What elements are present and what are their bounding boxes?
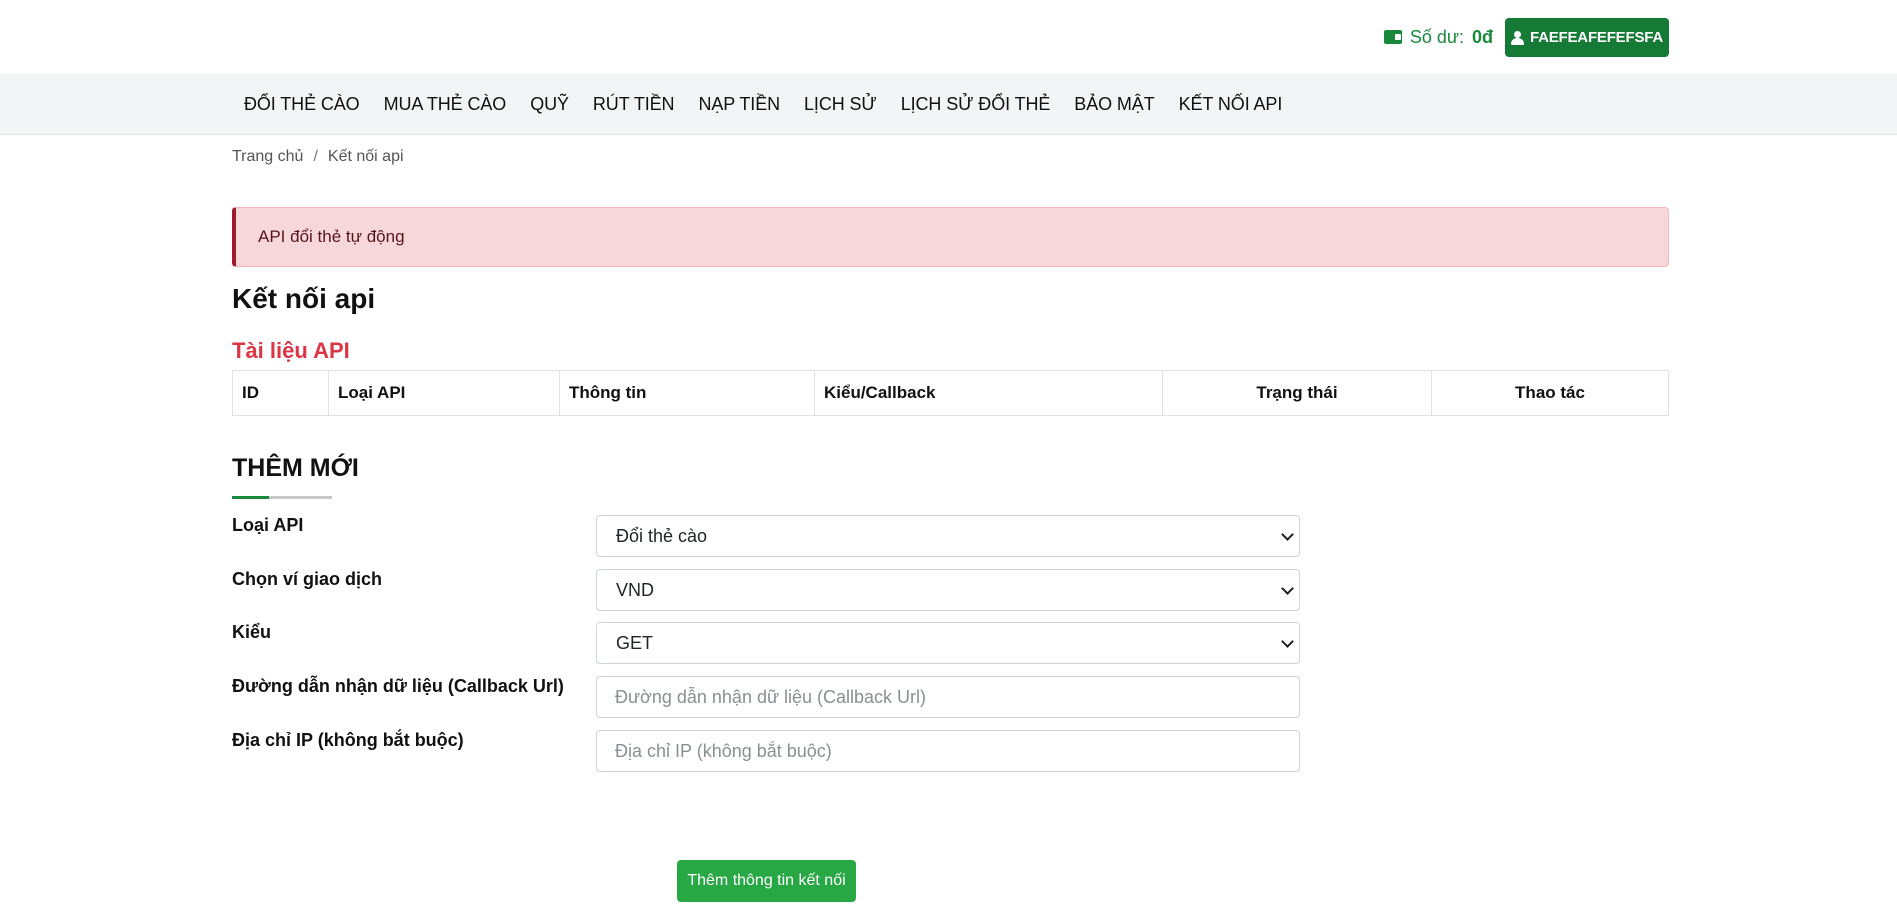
nav-item-nap-tien[interactable]: NẠP TIỀN <box>686 94 792 115</box>
chevron-down-icon <box>1281 530 1293 542</box>
wallet-selected-value: VND <box>616 579 655 600</box>
form-row-callback: Đường dẫn nhận dữ liệu (Callback Url) <box>232 676 1302 718</box>
callback-url-input[interactable] <box>596 676 1300 718</box>
info-alert: API đổi thẻ tự động <box>232 207 1669 267</box>
api-connections-table: ID Loại API Thông tin Kiểu/Callback Trạn… <box>232 370 1669 416</box>
form-row-api-type: Loại API Đổi thẻ cào <box>232 515 1302 557</box>
nav-item-rut-tien[interactable]: RÚT TIỀN <box>581 94 687 115</box>
alert-text: API đổi thẻ tự động <box>258 227 405 246</box>
breadcrumb-home[interactable]: Trang chủ <box>232 148 303 166</box>
nav-item-mua-the-cao[interactable]: MUA THẺ CÀO <box>372 94 519 115</box>
api-type-select[interactable]: Đổi thẻ cào <box>596 515 1300 557</box>
column-header-info: Thông tin <box>559 370 815 416</box>
balance-value: 0đ <box>1471 26 1493 47</box>
breadcrumb-separator: / <box>313 148 318 165</box>
nav-item-bao-mat[interactable]: BẢO MẬT <box>1062 94 1166 115</box>
method-select[interactable]: GET <box>596 622 1300 664</box>
method-selected-value: GET <box>616 632 654 653</box>
ip-address-input[interactable] <box>596 730 1300 772</box>
form-row-wallet: Chọn ví giao dịch VND <box>232 569 1302 611</box>
form-row-method: Kiểu GET <box>232 622 1302 664</box>
nav-item-quy[interactable]: QUỸ <box>518 94 581 115</box>
chevron-down-icon <box>1281 584 1293 596</box>
table-header-row: ID Loại API Thông tin Kiểu/Callback Trạn… <box>232 370 1669 416</box>
breadcrumb: Trang chủ / Kết nối api <box>232 148 404 166</box>
method-label: Kiểu <box>232 622 272 642</box>
wallet-select[interactable]: VND <box>596 569 1300 611</box>
api-docs-link[interactable]: Tài liệu API <box>232 338 350 364</box>
column-header-id: ID <box>232 370 329 416</box>
api-type-label: Loại API <box>232 515 304 535</box>
column-header-method-callback: Kiểu/Callback <box>814 370 1163 416</box>
nav-item-ket-noi-api[interactable]: KẾT NỐI API <box>1167 94 1295 115</box>
username-label: FAEFEAFEFEFSFA <box>1529 29 1664 46</box>
top-bar: Số dư: 0đ FAEFEAFEFEFSFA <box>0 0 1897 74</box>
add-connection-button[interactable]: Thêm thông tin kết nối <box>677 860 856 902</box>
nav-item-lich-su[interactable]: LỊCH SỬ <box>792 94 889 115</box>
column-header-actions: Thao tác <box>1431 370 1669 416</box>
column-header-status: Trạng thái <box>1162 370 1432 416</box>
balance-label: Số dư: <box>1409 26 1464 47</box>
balance-display: Số dư: 0đ <box>1383 26 1493 48</box>
breadcrumb-current: Kết nối api <box>327 148 404 165</box>
nav-item-doi-the-cao[interactable]: ĐỔI THẺ CÀO <box>232 94 372 115</box>
column-header-api-type: Loại API <box>328 370 560 416</box>
user-account-button[interactable]: FAEFEAFEFEFSFA <box>1505 18 1669 57</box>
page-title: Kết nối api <box>232 283 376 314</box>
wallet-label: Chọn ví giao dịch <box>232 569 383 589</box>
user-icon <box>1510 30 1524 45</box>
nav-item-lich-su-doi-the[interactable]: LỊCH SỬ ĐỔI THẺ <box>889 94 1063 115</box>
api-type-selected-value: Đổi thẻ cào <box>616 525 708 546</box>
add-new-heading: THÊM MỚI <box>232 454 359 482</box>
main-navbar: ĐỔI THẺ CÀO MUA THẺ CÀO QUỸ RÚT TIỀN NẠP… <box>0 74 1897 135</box>
form-row-ip: Địa chỉ IP (không bắt buộc) <box>232 730 1302 772</box>
heading-underline-accent <box>232 496 269 499</box>
ip-address-label: Địa chỉ IP (không bắt buộc) <box>232 730 464 750</box>
heading-underline <box>232 496 332 499</box>
wallet-icon <box>1383 30 1402 44</box>
nav-menu: ĐỔI THẺ CÀO MUA THẺ CÀO QUỸ RÚT TIỀN NẠP… <box>232 74 1294 134</box>
chevron-down-icon <box>1281 637 1293 649</box>
callback-url-label: Đường dẫn nhận dữ liệu (Callback Url) <box>232 676 564 696</box>
